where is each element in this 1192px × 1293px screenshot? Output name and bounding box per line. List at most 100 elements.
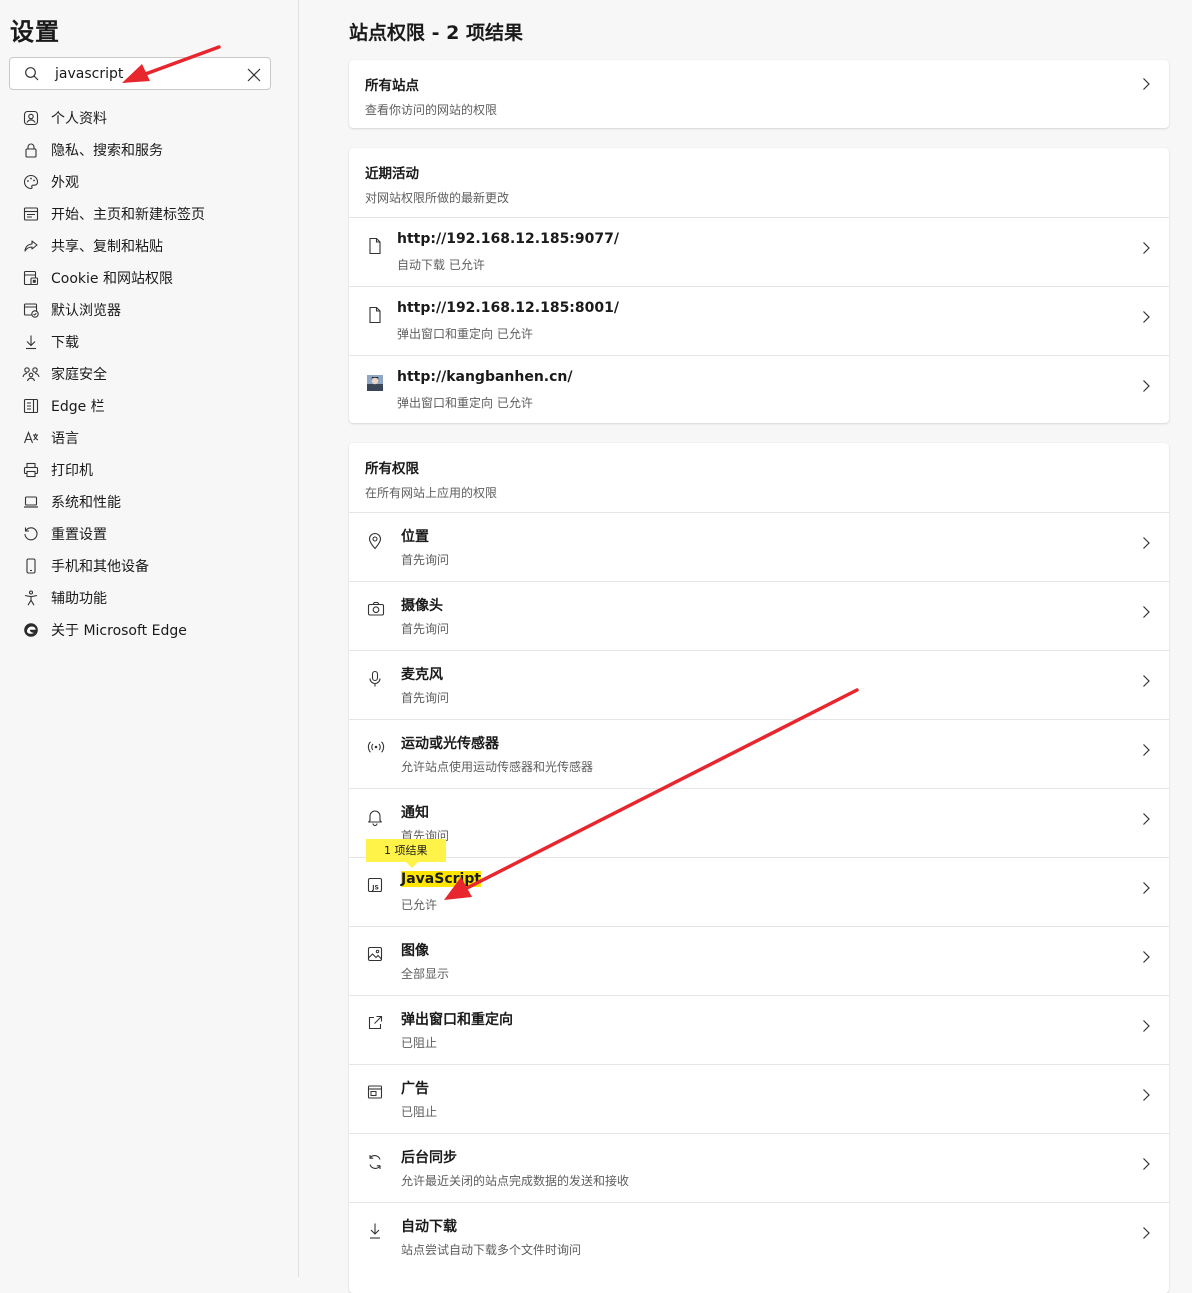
permission-name: 广告 [401,1081,429,1097]
javascript-icon: JS [367,877,385,895]
permission-status: 允许最近关闭的站点完成数据的发送和接收 [401,1174,630,1188]
sidebar-item-label: 默认浏览器 [51,303,121,319]
sidebar-item-family[interactable]: 家庭安全 [0,358,298,390]
recent-activity-card: 近期活动 对网站权限所做的最新更改 http://192.168.12.185:… [349,148,1169,423]
edge-bar-icon [22,397,40,415]
image-icon [367,946,385,964]
sidebar-item-privacy[interactable]: 隐私、搜索和服务 [0,134,298,166]
chevron-right-icon [1141,309,1151,328]
chevron-right-icon [1141,673,1151,692]
permission-row-images[interactable]: 图像 全部显示 [349,926,1169,995]
permission-name: JavaScript [401,871,482,887]
site-detail: 弹出窗口和重定向 已允许 [397,327,533,341]
sidebar-item-phone[interactable]: 手机和其他设备 [0,550,298,582]
sidebar-item-label: 打印机 [51,463,93,479]
all-sites-subtitle: 查看你访问的网站的权限 [365,103,498,117]
permission-row-background-sync[interactable]: 后台同步 允许最近关闭的站点完成数据的发送和接收 [349,1133,1169,1202]
permission-name: 位置 [401,529,429,545]
permission-status: 站点尝试自动下载多个文件时询问 [401,1243,582,1257]
popup-icon [367,1015,385,1033]
sidebar-item-accessibility[interactable]: 辅助功能 [0,582,298,614]
chevron-right-icon [1141,742,1151,761]
page-icon [367,306,385,324]
home-tabs-icon [22,205,40,223]
permission-row-notifications[interactable]: 通知 首先询问 [349,788,1169,857]
permission-row-ads[interactable]: 广告 已阻止 [349,1064,1169,1133]
sidebar-item-default-browser[interactable]: 默认浏览器 [0,294,298,326]
sidebar-item-share[interactable]: 共享、复制和粘贴 [0,230,298,262]
sidebar-item-appearance[interactable]: 外观 [0,166,298,198]
language-icon [22,429,40,447]
sidebar-item-edge-bar[interactable]: Edge 栏 [0,390,298,422]
permission-row-auto-download[interactable]: 自动下载 站点尝试自动下载多个文件时询问 [349,1202,1169,1271]
permission-status: 已阻止 [401,1105,438,1119]
palette-icon [22,173,40,191]
sidebar-item-language[interactable]: 语言 [0,422,298,454]
permission-status: 首先询问 [401,553,450,567]
sidebar-item-label: 外观 [51,175,79,191]
default-browser-icon [22,301,40,319]
sidebar-item-cookies[interactable]: Cookie 和网站权限 [0,262,298,294]
permission-status: 全部显示 [401,967,450,981]
sidebar-item-printer[interactable]: 打印机 [0,454,298,486]
all-permissions-card: 所有权限 在所有网站上应用的权限 位置 首先询问 摄像头 首先询问 麦克风 首先… [349,443,1169,1293]
site-detail: 弹出窗口和重定向 已允许 [397,396,533,410]
all-sites-card[interactable]: 所有站点 查看你访问的网站的权限 [349,60,1169,128]
search-value[interactable]: javascript [55,66,123,82]
sidebar-item-start-home[interactable]: 开始、主页和新建标签页 [0,198,298,230]
sensor-icon [367,739,385,757]
recent-site-row[interactable]: http://192.168.12.185:8001/ 弹出窗口和重定向 已允许 [349,286,1169,355]
chevron-right-icon [1141,535,1151,554]
location-icon [367,532,385,550]
permission-status: 已允许 [401,898,438,912]
permission-row-popups[interactable]: 弹出窗口和重定向 已阻止 [349,995,1169,1064]
permission-name: 图像 [401,943,429,959]
chevron-right-icon [1141,378,1151,397]
profile-icon [22,109,40,127]
permission-row-location[interactable]: 位置 首先询问 [349,512,1169,581]
search-input[interactable]: javascript [9,57,271,90]
lock-icon [22,141,40,159]
printer-icon [22,461,40,479]
settings-title: 设置 [10,18,60,46]
accessibility-icon [22,589,40,607]
sidebar-item-label: Edge 栏 [51,399,105,415]
sidebar-item-system[interactable]: 系统和性能 [0,486,298,518]
permission-name: 通知 [401,805,429,821]
sidebar-item-about[interactable]: 关于 Microsoft Edge [0,614,298,646]
sidebar-item-label: 重置设置 [51,527,107,543]
permission-name: 自动下载 [401,1219,457,1235]
recent-site-row[interactable]: http://kangbanhen.cn/ 弹出窗口和重定向 已允许 [349,355,1169,424]
clear-search-icon[interactable] [247,67,261,86]
permission-name: 弹出窗口和重定向 [401,1012,513,1028]
chevron-right-icon [1141,604,1151,623]
sidebar-item-profile[interactable]: 个人资料 [0,102,298,134]
sidebar-nav: 个人资料 隐私、搜索和服务 外观 开始、主页和新建标签页 共享、复制和粘贴 Co… [0,102,298,646]
search-result-badge: 1 项结果 [366,839,446,868]
settings-sidebar: 设置 javascript 个人资料 隐私、搜索和服务 外观 开始、主页和新建标… [0,0,299,1277]
microphone-icon [367,670,385,688]
download-icon [22,333,40,351]
permission-row-microphone[interactable]: 麦克风 首先询问 [349,650,1169,719]
sidebar-item-label: 个人资料 [51,111,107,127]
share-icon [22,237,40,255]
sidebar-item-label: 下载 [51,335,79,351]
permission-status: 允许站点使用运动传感器和光传感器 [401,760,594,774]
permission-row-javascript[interactable]: 1 项结果 JS JavaScript 已允许 [349,839,1169,926]
chevron-right-icon [1141,949,1151,968]
sidebar-item-downloads[interactable]: 下载 [0,326,298,358]
permission-row-camera[interactable]: 摄像头 首先询问 [349,581,1169,650]
sidebar-item-reset[interactable]: 重置设置 [0,518,298,550]
site-detail: 自动下载 已允许 [397,258,485,272]
chevron-right-icon [1141,76,1151,95]
permission-status: 首先询问 [401,622,450,636]
recent-site-row[interactable]: http://192.168.12.185:9077/ 自动下载 已允许 [349,217,1169,286]
chevron-right-icon [1141,240,1151,259]
permission-row-sensors[interactable]: 运动或光传感器 允许站点使用运动传感器和光传感器 [349,719,1169,788]
sidebar-item-label: 隐私、搜索和服务 [51,143,163,159]
reset-icon [22,525,40,543]
family-icon [22,365,40,383]
permission-status: 已阻止 [401,1036,438,1050]
chevron-right-icon [1141,811,1151,830]
site-favicon [367,375,385,393]
